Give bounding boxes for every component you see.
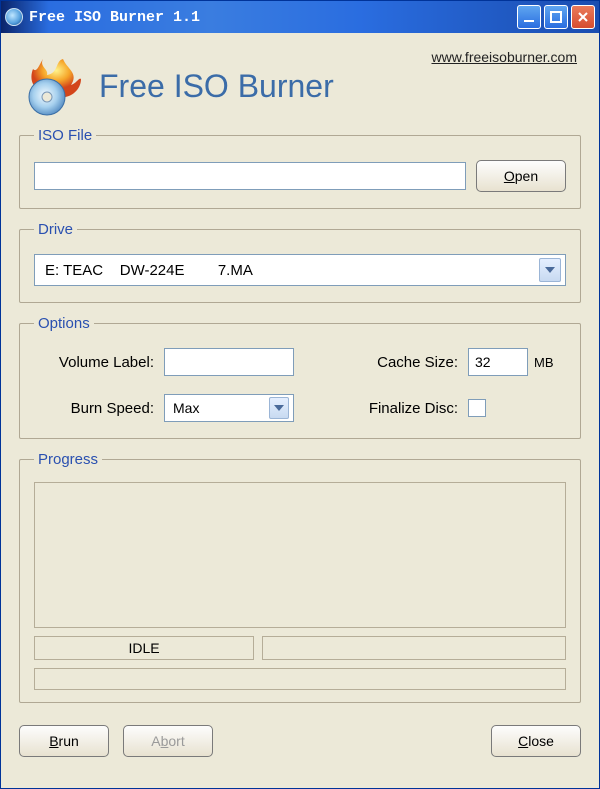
finalize-disc-label: Finalize Disc: [294, 400, 468, 417]
close-button[interactable]: Close [491, 725, 581, 757]
progress-legend: Progress [34, 451, 102, 468]
maximize-icon [550, 11, 562, 23]
iso-file-input[interactable] [34, 162, 466, 190]
open-button[interactable]: Open [476, 160, 566, 192]
chevron-down-icon [269, 397, 289, 419]
options-group: Options Volume Label: Cache Size: MB Bur… [19, 315, 581, 439]
volume-label-label: Volume Label: [34, 354, 164, 371]
progress-bar-secondary [262, 636, 566, 660]
maximize-button[interactable] [544, 5, 568, 29]
cache-size-input[interactable] [468, 348, 528, 376]
iso-file-legend: ISO File [34, 127, 96, 144]
burn-speed-select[interactable]: Max [164, 394, 294, 422]
window-controls [517, 5, 595, 29]
abort-button: Abort [123, 725, 213, 757]
close-icon [577, 11, 589, 23]
cache-size-unit: MB [528, 355, 566, 370]
cache-size-label: Cache Size: [294, 354, 468, 371]
status-text: IDLE [34, 636, 254, 660]
flame-disc-icon [19, 55, 87, 117]
burn-speed-value: Max [173, 400, 199, 416]
bottom-button-row: Brun Abort Close [19, 715, 581, 757]
minimize-button[interactable] [517, 5, 541, 29]
app-title: Free ISO Burner [99, 68, 334, 105]
app-icon [5, 8, 23, 26]
drive-selected-value: E: TEAC DW-224E 7.MA [45, 262, 253, 279]
titlebar[interactable]: Free ISO Burner 1.1 [1, 1, 599, 33]
main-window: Free ISO Burner 1.1 www.freeisoburner.co… [0, 0, 600, 789]
burn-button[interactable]: Brun [19, 725, 109, 757]
progress-log [34, 482, 566, 628]
burn-speed-label: Burn Speed: [34, 400, 164, 417]
iso-file-group: ISO File Open [19, 127, 581, 209]
client-area: www.freeisoburner.com [1, 33, 599, 788]
homepage-link[interactable]: www.freeisoburner.com [431, 49, 577, 65]
finalize-disc-checkbox[interactable] [468, 399, 486, 417]
app-logo [19, 55, 87, 117]
drive-select[interactable]: E: TEAC DW-224E 7.MA [34, 254, 566, 286]
progress-group: Progress IDLE [19, 451, 581, 703]
options-legend: Options [34, 315, 94, 332]
volume-label-input[interactable] [164, 348, 294, 376]
minimize-icon [523, 11, 535, 23]
drive-group: Drive E: TEAC DW-224E 7.MA [19, 221, 581, 303]
window-title: Free ISO Burner 1.1 [29, 9, 517, 26]
drive-legend: Drive [34, 221, 77, 238]
progress-bar-main [34, 668, 566, 690]
chevron-down-icon [539, 258, 561, 282]
close-window-button[interactable] [571, 5, 595, 29]
